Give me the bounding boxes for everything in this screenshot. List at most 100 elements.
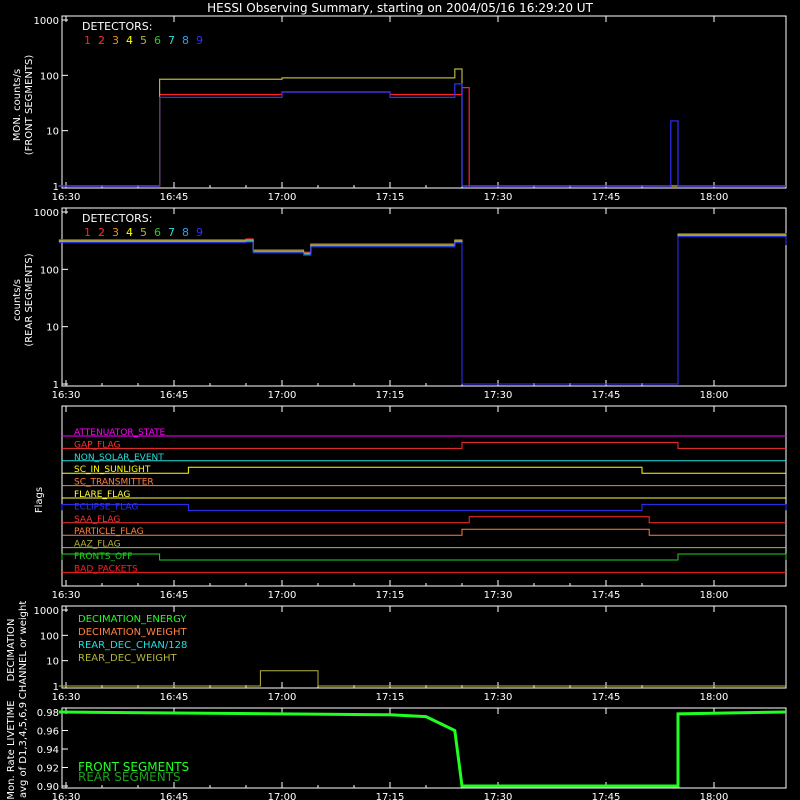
panel2-series-det1 <box>58 233 787 385</box>
flag-line <box>61 553 787 561</box>
panel4-xtick-label: 16:45 <box>160 692 189 703</box>
panel5-ytick-label: 0.90 <box>37 782 59 793</box>
panel3-xtick-label: 16:45 <box>160 590 189 601</box>
panel1-xtick-label: 17:45 <box>592 192 621 203</box>
flag-line <box>62 466 786 474</box>
panel4-ytick-label: 10 <box>46 657 59 668</box>
flag-line <box>62 516 786 524</box>
panel5-ytick-label: 0.98 <box>37 708 59 719</box>
panel4-ytick-label: 1 <box>53 682 59 693</box>
panel4-xtick-label: 16:30 <box>52 692 81 703</box>
panel5-xtick-label: 16:45 <box>160 792 189 800</box>
panel3-xtick-label: 18:00 <box>700 590 729 601</box>
panel2-xtick-label: 18:00 <box>700 390 729 401</box>
flag-line <box>62 441 786 449</box>
panel4-ytick-label: 100 <box>40 631 59 642</box>
panel2-xtick-label: 17:30 <box>484 390 513 401</box>
flag-line <box>61 503 787 511</box>
panel2-series-det5 <box>58 234 787 385</box>
flag-line <box>62 528 786 536</box>
panel5-ytick-label: 0.94 <box>37 745 59 756</box>
detector-number: 2 <box>98 34 105 47</box>
panel4-legend-item: DECIMATION_ENERGY <box>78 614 187 625</box>
panel5-legend-item: REAR SEGMENTS <box>78 770 181 784</box>
detector-number: 5 <box>140 34 147 47</box>
panel1-ytick-label: 10 <box>46 127 59 138</box>
panel4-xtick-label: 17:15 <box>376 692 405 703</box>
panel2-xtick-label: 16:30 <box>52 390 81 401</box>
panel3-xtick-label: 17:15 <box>376 590 405 601</box>
detector-number: 6 <box>154 34 161 47</box>
panel4-ytick-label: 1000 <box>34 606 59 617</box>
panel4-legend-item: REAR_DEC_CHAN/128 <box>78 640 187 651</box>
panel2-xtick-label: 17:45 <box>592 390 621 401</box>
panel1-xtick-label: 17:00 <box>268 192 297 203</box>
panel1-ytick-label: 100 <box>40 71 59 82</box>
panel1-ytick-label: 1000 <box>34 16 59 27</box>
detector-number: 8 <box>182 226 189 239</box>
panel1-xtick-label: 16:30 <box>52 192 81 203</box>
detector-number: 5 <box>140 226 147 239</box>
panel2-ylabel-1: counts/s <box>12 279 23 321</box>
detectors-legend-numbers-1: 123456789 <box>84 34 203 47</box>
panel1-xtick-label: 18:00 <box>700 192 729 203</box>
panel2-xtick-label: 16:45 <box>160 390 189 401</box>
panel1-ylabel-1: MON. counts/s <box>12 69 23 141</box>
panel4-ylabel-1: DECIMATION <box>6 618 17 681</box>
detector-number: 2 <box>98 226 105 239</box>
panel4-legend-item: DECIMATION_WEIGHT <box>78 627 187 638</box>
detectors-legend-title-2: DETECTORS: <box>82 212 152 225</box>
panel5-ytick-label: 0.96 <box>37 727 59 738</box>
detector-number: 4 <box>126 34 133 47</box>
panel5-ylabel-1: Mon. Rate LIVETIME <box>6 700 17 799</box>
panel1-series-4 <box>58 68 786 187</box>
detector-number: 1 <box>84 226 91 239</box>
panel5-xtick-label: 17:15 <box>376 792 405 800</box>
panel1-ytick-label: 1 <box>53 182 59 193</box>
panel2-ytick-label: 1 <box>53 380 59 391</box>
panel1-xtick-label: 17:15 <box>376 192 405 203</box>
detector-number: 3 <box>112 34 119 47</box>
panel2-ytick-label: 1000 <box>34 208 59 219</box>
detector-number: 4 <box>126 226 133 239</box>
panel3-ylabel: Flags <box>34 487 45 513</box>
panel4-legend-item: REAR_DEC_WEIGHT <box>78 653 177 664</box>
panel2-ytick-label: 10 <box>46 323 59 334</box>
detector-number: 9 <box>196 34 203 47</box>
panel5-xtick-label: 16:30 <box>52 792 81 800</box>
panel2-ytick-label: 100 <box>40 265 59 276</box>
panel1-xtick-label: 17:30 <box>484 192 513 203</box>
panel4-series-rear-dec-weight <box>58 670 786 687</box>
detector-number: 7 <box>168 34 175 47</box>
panel5-ytick-label: 0.92 <box>37 764 59 775</box>
detector-number: 6 <box>154 226 161 239</box>
panel3-xtick-label: 16:30 <box>52 590 81 601</box>
detectors-legend-title-1: DETECTORS: <box>82 20 152 33</box>
panel5-xtick-label: 17:30 <box>484 792 513 800</box>
panel2-xtick-label: 17:15 <box>376 390 405 401</box>
panel4-ylabel-2: CHANNEL or weight <box>18 601 29 700</box>
detector-number: 9 <box>196 226 203 239</box>
panel1-series-9 <box>58 83 786 187</box>
panel5-ylabel-2: avg of D1,3,4,5,6,9 <box>18 702 29 798</box>
panel4-xtick-label: 17:45 <box>592 692 621 703</box>
panel3-xtick-label: 17:00 <box>268 590 297 601</box>
detector-number: 8 <box>182 34 189 47</box>
chart-title: HESSI Observing Summary, starting on 200… <box>207 1 593 15</box>
detector-number: 7 <box>168 226 175 239</box>
panel5-xtick-label: 17:00 <box>268 792 297 800</box>
panel5-xtick-label: 17:45 <box>592 792 621 800</box>
panel2-series-det9 <box>58 236 787 385</box>
hessi-summary-chart: HESSI Observing Summary, starting on 200… <box>6 1 787 800</box>
panel4-xtick-label: 18:00 <box>700 692 729 703</box>
panel1-xtick-label: 16:45 <box>160 192 189 203</box>
panel3-xtick-label: 17:45 <box>592 590 621 601</box>
panel3-frame <box>61 405 787 587</box>
detector-number: 3 <box>112 226 119 239</box>
panel2-ylabel-2: (REAR SEGMENTS) <box>24 253 35 346</box>
panel4-xtick-label: 17:00 <box>268 692 297 703</box>
panel1-ylabel-2: (FRONT SEGMENTS) <box>24 55 35 156</box>
panel2-series-det7 <box>58 235 787 385</box>
detector-number: 1 <box>84 34 91 47</box>
panel4-xtick-label: 17:30 <box>484 692 513 703</box>
